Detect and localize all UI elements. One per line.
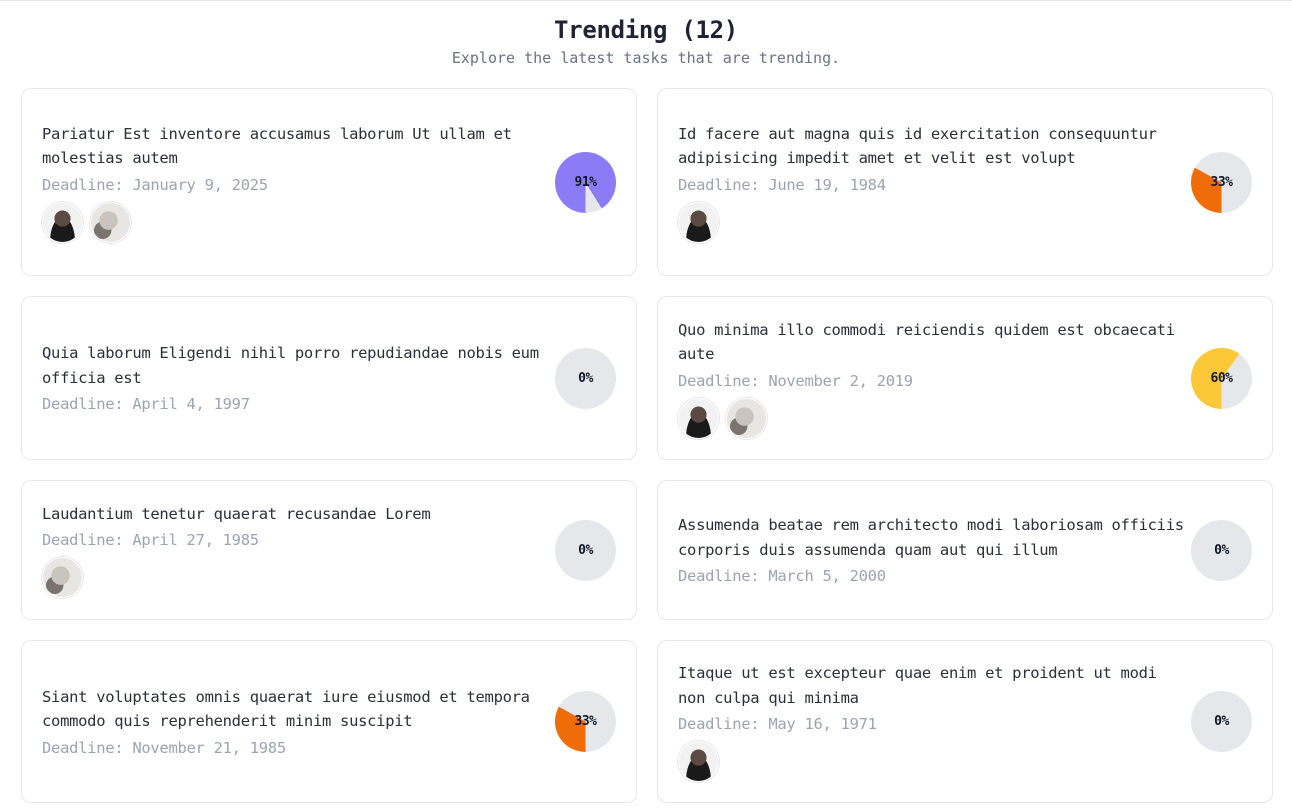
page-title: Trending (12) (554, 16, 738, 44)
progress-label: 33% (1210, 174, 1233, 190)
task-deadline: Deadline: November 21, 1985 (42, 738, 286, 757)
task-title: Siant voluptates omnis quaerat iure eius… (42, 687, 530, 731)
progress-label: 60% (1210, 370, 1233, 386)
avatar[interactable] (90, 201, 131, 243)
task-title: Pariatur Est inventore accusamus laborum… (42, 124, 512, 168)
task-title: Quo minima illo commodi reiciendis quide… (678, 320, 1175, 364)
task-deadline: Deadline: April 27, 1985 (42, 531, 259, 550)
task-deadline: Deadline: March 5, 2000 (678, 567, 886, 585)
task-deadline: Deadline: April 4, 1997 (42, 395, 250, 413)
assignee-avatars (42, 201, 552, 243)
avatar[interactable] (678, 741, 719, 782)
task-deadline: Deadline: January 9, 2025 (42, 175, 268, 194)
avatar[interactable] (42, 201, 83, 243)
assignee-avatars (42, 557, 552, 599)
avatar[interactable] (678, 201, 719, 243)
progress-pie: 60% (1191, 347, 1252, 409)
progress-label: 0% (1214, 542, 1229, 558)
task-title: Id facere aut magna quis id exercitation… (678, 124, 1157, 168)
assignee-avatars (678, 397, 1188, 439)
avatar[interactable] (726, 397, 767, 439)
task-card[interactable]: Laudantium tenetur quaerat recusandae Lo… (21, 480, 637, 620)
progress-pie: 0% (555, 347, 616, 409)
progress-label: 33% (574, 714, 597, 729)
progress-label: 0% (578, 370, 593, 386)
progress-pie: 91% (555, 151, 616, 213)
progress-pie: 0% (1191, 691, 1252, 752)
task-deadline: Deadline: May 16, 1971 (678, 715, 877, 733)
assignee-avatars (678, 201, 1188, 243)
task-card[interactable]: Quia laborum Eligendi nihil porro repudi… (21, 296, 637, 460)
progress-pie: 33% (1191, 151, 1252, 213)
progress-pie: 0% (555, 519, 616, 581)
progress-pie: 33% (555, 691, 616, 752)
progress-label: 0% (1214, 714, 1229, 729)
task-title: Itaque ut est excepteur quae enim et pro… (678, 664, 1157, 707)
task-card[interactable]: Assumenda beatae rem architecto modi lab… (657, 480, 1273, 620)
task-card[interactable]: Itaque ut est excepteur quae enim et pro… (657, 640, 1273, 803)
task-title: Assumenda beatae rem architecto modi lab… (678, 516, 1184, 559)
page-subtitle: Explore the latest tasks that are trendi… (451, 49, 841, 67)
progress-label: 91% (574, 174, 597, 190)
assignee-avatars (678, 741, 1188, 782)
top-divider (0, 0, 1292, 1)
task-card[interactable]: Id facere aut magna quis id exercitation… (657, 88, 1273, 276)
task-deadline: Deadline: June 19, 1984 (678, 175, 886, 194)
task-card[interactable]: Quo minima illo commodi reiciendis quide… (657, 296, 1273, 460)
avatar[interactable] (42, 557, 83, 599)
task-card[interactable]: Siant voluptates omnis quaerat iure eius… (21, 640, 637, 803)
progress-label: 0% (578, 542, 593, 558)
avatar[interactable] (678, 397, 719, 439)
task-title: Laudantium tenetur quaerat recusandae Lo… (42, 504, 431, 523)
progress-pie: 0% (1191, 519, 1252, 581)
task-deadline: Deadline: November 2, 2019 (678, 371, 913, 390)
page-header: Trending (12) Explore the latest tasks t… (0, 14, 1292, 69)
task-title: Quia laborum Eligendi nihil porro repudi… (42, 344, 539, 387)
task-card[interactable]: Pariatur Est inventore accusamus laborum… (21, 88, 637, 276)
